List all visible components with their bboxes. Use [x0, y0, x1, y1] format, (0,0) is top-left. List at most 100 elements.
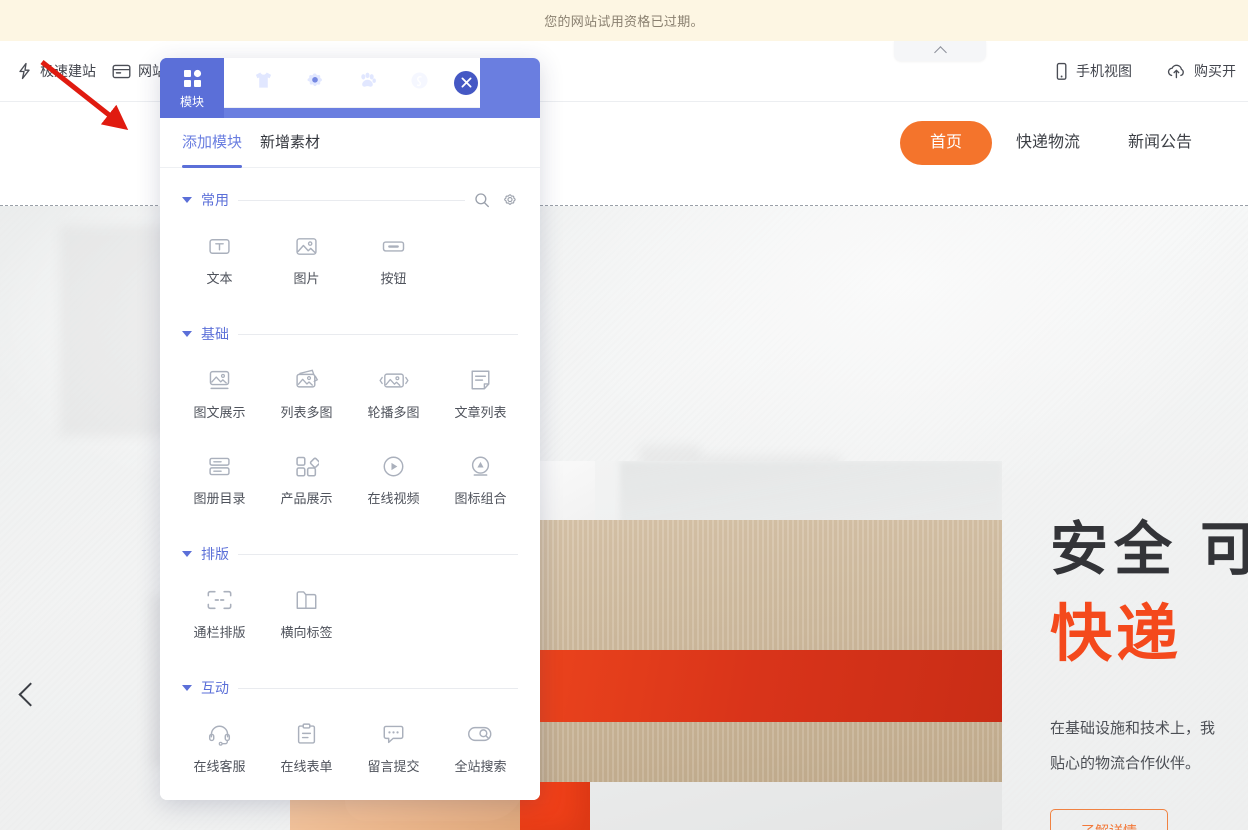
- play-circle-icon: [381, 453, 406, 479]
- section-rule: [238, 553, 518, 555]
- module-item-message-submit[interactable]: 留言提交: [350, 708, 437, 790]
- caret-down-icon[interactable]: [182, 551, 192, 557]
- module-item-icon-group[interactable]: 图标组合: [437, 440, 524, 522]
- image-stack-icon: [294, 367, 320, 393]
- module-item-label: 产品展示: [280, 491, 333, 506]
- toolbar-left-group: 极速建站 网站管: [0, 57, 186, 85]
- comment-icon: [381, 721, 406, 747]
- module-item-button[interactable]: 按钮: [350, 220, 437, 302]
- section-title: 常用: [201, 192, 229, 208]
- section-rule: [238, 687, 518, 689]
- module-item-site-search[interactable]: 全站搜索: [437, 708, 524, 790]
- caret-down-icon[interactable]: [182, 685, 192, 691]
- hero-title-line1: 安全 可: [1050, 517, 1248, 582]
- module-item-carousel[interactable]: 轮播多图: [350, 354, 437, 436]
- toolbar-item-quick-build[interactable]: 极速建站: [10, 57, 102, 85]
- nav-item-logistics[interactable]: 快递物流: [992, 121, 1104, 165]
- gear-icon: [305, 70, 325, 95]
- layout-icon: [112, 63, 131, 80]
- section-header-layout: 排版: [176, 544, 524, 564]
- paw-icon: [357, 70, 378, 96]
- folder-tab-icon: [294, 587, 319, 613]
- mobile-icon: [1054, 62, 1069, 81]
- toolbar-item-mobile-view[interactable]: 手机视图: [1048, 57, 1138, 85]
- module-grid-layout: 通栏排版 横向标签: [176, 574, 524, 656]
- clipboard-icon: [294, 721, 319, 747]
- text-box-icon: [207, 233, 232, 259]
- hero-cta-button[interactable]: 了解详情: [1050, 809, 1168, 830]
- module-item-text[interactable]: 文本: [176, 220, 263, 302]
- module-item-image-text[interactable]: 图文展示: [176, 354, 263, 436]
- module-item-label: 文章列表: [454, 405, 507, 420]
- module-item-label: 在线客服: [193, 759, 246, 774]
- section-header-basic: 基础: [176, 324, 524, 344]
- close-icon[interactable]: [454, 70, 478, 95]
- section-title: 排版: [201, 546, 229, 562]
- hero-prev-arrow-button[interactable]: [18, 682, 48, 712]
- shirt-icon: [253, 70, 274, 96]
- toolbar-item-purchase[interactable]: 购买开: [1160, 57, 1242, 85]
- hero-title-line2: 快递: [1050, 600, 1183, 670]
- section-rule: [238, 333, 518, 335]
- module-item-image[interactable]: 图片: [263, 220, 350, 302]
- nav-item-news[interactable]: 新闻公告: [1104, 121, 1216, 165]
- section-header-common: 常用: [176, 190, 524, 210]
- image-text-icon: [207, 367, 232, 393]
- album-catalog-icon: [207, 453, 232, 479]
- caret-down-icon[interactable]: [182, 331, 192, 337]
- module-item-label: 全站搜索: [454, 759, 507, 774]
- panel-tab-skin[interactable]: [246, 66, 280, 100]
- panel-tab-settings[interactable]: [298, 66, 332, 100]
- module-item-fullwidth-layout[interactable]: 通栏排版: [176, 574, 263, 656]
- panel-tab-link[interactable]: [402, 66, 436, 100]
- module-item-label: 轮播多图: [367, 405, 420, 420]
- grid-icon: [183, 69, 202, 93]
- trial-banner-message: 您的网站试用资格已过期。: [544, 14, 704, 29]
- image-icon: [294, 233, 319, 259]
- search-icon[interactable]: [474, 192, 490, 208]
- hero-paragraph: 在基础设施和技术上，我 贴心的物流合作伙伴。: [1050, 711, 1248, 782]
- module-panel-body[interactable]: 常用 文本 图片 按钮 基础 图文展示 列表多图 轮播多图 文章列表 图册目录 …: [160, 168, 540, 800]
- product-grid-icon: [294, 453, 319, 479]
- trial-expired-banner: 您的网站试用资格已过期。: [0, 0, 1248, 41]
- section-header-interaction: 互动: [176, 678, 524, 698]
- article-list-icon: [468, 367, 493, 393]
- hero-paragraph-line1: 在基础设施和技术上，我: [1050, 719, 1216, 737]
- module-item-label: 图标组合: [454, 491, 507, 506]
- module-item-image-list[interactable]: 列表多图: [263, 354, 350, 436]
- caret-down-icon[interactable]: [182, 197, 192, 203]
- module-item-label: 文本: [206, 271, 233, 286]
- module-item-article-list[interactable]: 文章列表: [437, 354, 524, 436]
- headset-icon: [207, 721, 232, 747]
- module-item-label: 通栏排版: [193, 625, 246, 640]
- collapse-banner-button[interactable]: [894, 41, 986, 61]
- panel-header-icon-row: [224, 58, 480, 108]
- module-item-online-form[interactable]: 在线表单: [263, 708, 350, 790]
- module-grid-interaction: 在线客服 在线表单 留言提交 全站搜索: [176, 708, 524, 790]
- cloud-upload-icon: [1166, 62, 1187, 80]
- nav-item-home[interactable]: 首页: [900, 121, 993, 165]
- subtab-add-material[interactable]: 新增素材: [260, 118, 320, 168]
- section-title: 互动: [201, 680, 229, 696]
- module-item-label: 图文展示: [193, 405, 246, 420]
- module-grid-common: 文本 图片 按钮: [176, 220, 524, 302]
- toolbar-item-label: 极速建站: [40, 63, 96, 79]
- module-item-album-catalog[interactable]: 图册目录: [176, 440, 263, 522]
- gear-icon[interactable]: [502, 192, 518, 208]
- module-grid-basic: 图文展示 列表多图 轮播多图 文章列表 图册目录 产品展示 在线视频 图标组合: [176, 354, 524, 522]
- subtab-add-module[interactable]: 添加模块: [182, 118, 243, 168]
- panel-tab-modules[interactable]: 模块: [160, 58, 224, 118]
- fullwidth-layout-icon: [206, 587, 233, 613]
- module-item-online-video[interactable]: 在线视频: [350, 440, 437, 522]
- section-title: 基础: [201, 326, 229, 342]
- panel-tab-pet[interactable]: [350, 66, 384, 100]
- module-item-product-grid[interactable]: 产品展示: [263, 440, 350, 522]
- module-item-label: 在线表单: [280, 759, 333, 774]
- hero-paragraph-line2: 贴心的物流合作伙伴。: [1050, 755, 1201, 773]
- toolbar-item-label: 购买开: [1194, 63, 1236, 79]
- module-item-horizontal-tabs[interactable]: 横向标签: [263, 574, 350, 656]
- toolbar-right-group: 手机视图 购买开: [1048, 57, 1248, 85]
- chevron-left-icon: [18, 682, 43, 707]
- module-item-online-service[interactable]: 在线客服: [176, 708, 263, 790]
- app-root: 您的网站试用资格已过期。 极速建站 网站管 手机视图 购买开 首页 快递物流 新…: [0, 0, 1248, 830]
